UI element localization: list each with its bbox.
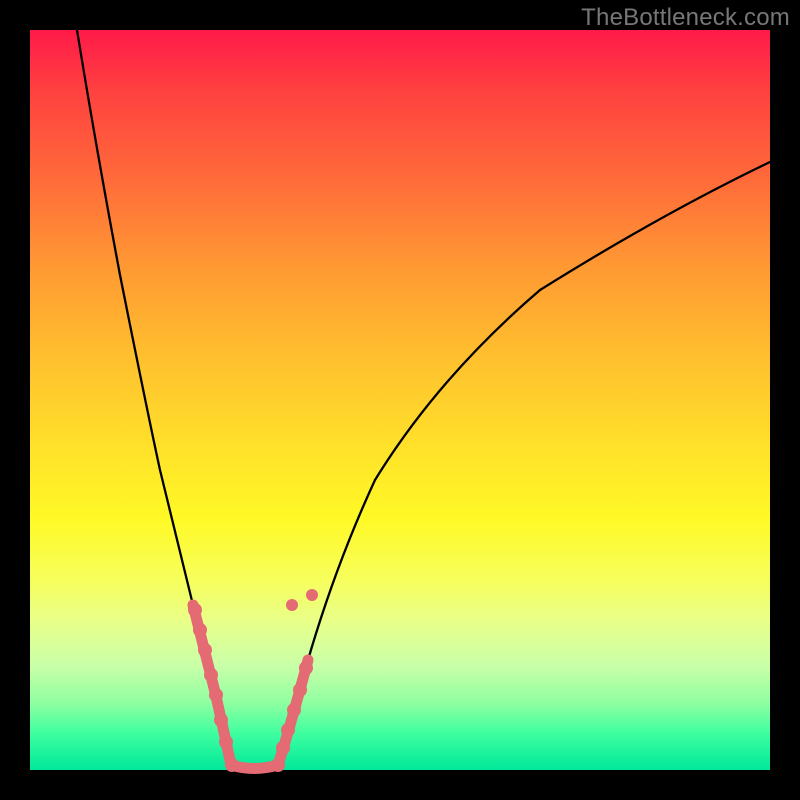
marker-dot xyxy=(306,589,318,601)
bottleneck-curve xyxy=(30,30,770,770)
marker-dot xyxy=(219,735,233,749)
marker-dot xyxy=(281,723,295,737)
marker-dot xyxy=(299,661,313,675)
marker-dot xyxy=(276,741,290,755)
marker-dot xyxy=(214,713,228,727)
marker-dot xyxy=(188,603,202,617)
marker-dot xyxy=(204,668,218,682)
marker-dot xyxy=(198,643,212,657)
marker-dot xyxy=(293,683,307,697)
watermark-text: TheBottleneck.com xyxy=(581,4,790,32)
chart-plot-area xyxy=(30,30,770,770)
marker-dot xyxy=(193,623,207,637)
marker-dot xyxy=(286,599,298,611)
curve-right-branch xyxy=(278,162,770,765)
marker-dot xyxy=(271,758,285,772)
marker-dot xyxy=(209,688,223,702)
marker-dot xyxy=(287,703,301,717)
marker-dot xyxy=(225,758,239,772)
